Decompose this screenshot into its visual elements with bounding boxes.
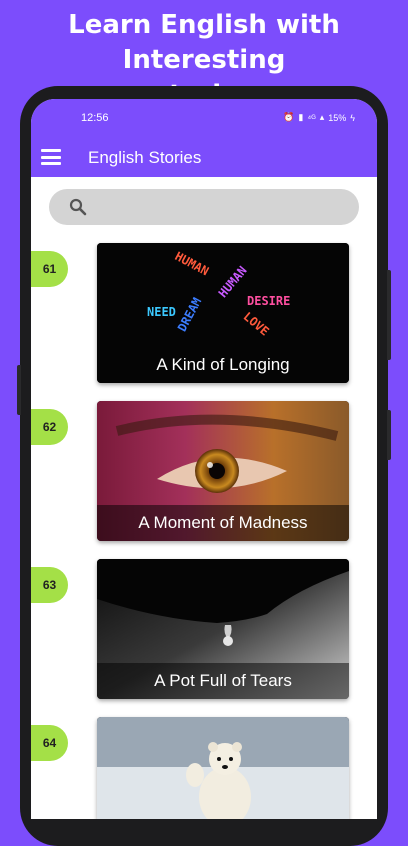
list-item: 64 xyxy=(31,717,377,819)
story-number-badge: 63 xyxy=(31,567,68,603)
phone-power-button xyxy=(387,410,391,460)
status-bar: 12:56 ⏰ ▮ ⁴ᴳ ▴ 15% ϟ xyxy=(31,99,377,137)
status-icons: ⏰ ▮ ⁴ᴳ ▴ 15% ϟ xyxy=(283,112,355,123)
app-bar: English Stories xyxy=(31,137,377,177)
signal-icon: ▮ xyxy=(298,112,304,122)
search-icon xyxy=(69,198,87,216)
list-item: 61 HUMAN DESIRE NEED DREAM HUMAN LOVE A … xyxy=(31,243,377,383)
neon-word: DESIRE xyxy=(247,294,290,308)
story-number-badge: 61 xyxy=(31,251,68,287)
list-item: 62 A Moment of Madness xyxy=(31,401,377,541)
alarm-icon: ⏰ xyxy=(283,112,295,122)
story-card[interactable] xyxy=(97,717,349,819)
story-number-badge: 64 xyxy=(31,725,68,761)
neon-word: NEED xyxy=(147,305,176,319)
story-title: A Pot Full of Tears xyxy=(97,663,349,699)
network-type: ⁴ᴳ xyxy=(307,112,316,123)
app-title: English Stories xyxy=(88,148,202,167)
phone-volume-button xyxy=(387,270,391,360)
battery-level: 15% xyxy=(328,112,347,123)
menu-icon[interactable] xyxy=(41,149,61,165)
story-card[interactable]: A Pot Full of Tears xyxy=(97,559,349,699)
search-input[interactable] xyxy=(49,189,359,225)
list-item: 63 A Pot Full of Tears xyxy=(31,559,377,699)
charging-icon: ϟ xyxy=(350,112,355,123)
story-title: A Kind of Longing xyxy=(156,355,290,374)
story-card[interactable]: HUMAN DESIRE NEED DREAM HUMAN LOVE A Kin… xyxy=(97,243,349,383)
promo-line-1: Learn English with Interesting xyxy=(68,10,340,75)
phone-screen: 12:56 ⏰ ▮ ⁴ᴳ ▴ 15% ϟ English Stories 61 xyxy=(31,99,377,819)
story-number-badge: 62 xyxy=(31,409,68,445)
story-card[interactable]: A Moment of Madness xyxy=(97,401,349,541)
status-time: 12:56 xyxy=(81,112,109,124)
phone-side-button xyxy=(17,365,21,415)
wifi-icon: ▴ xyxy=(319,112,325,122)
story-title: A Moment of Madness xyxy=(97,505,349,541)
polar-bear-image xyxy=(97,717,349,819)
